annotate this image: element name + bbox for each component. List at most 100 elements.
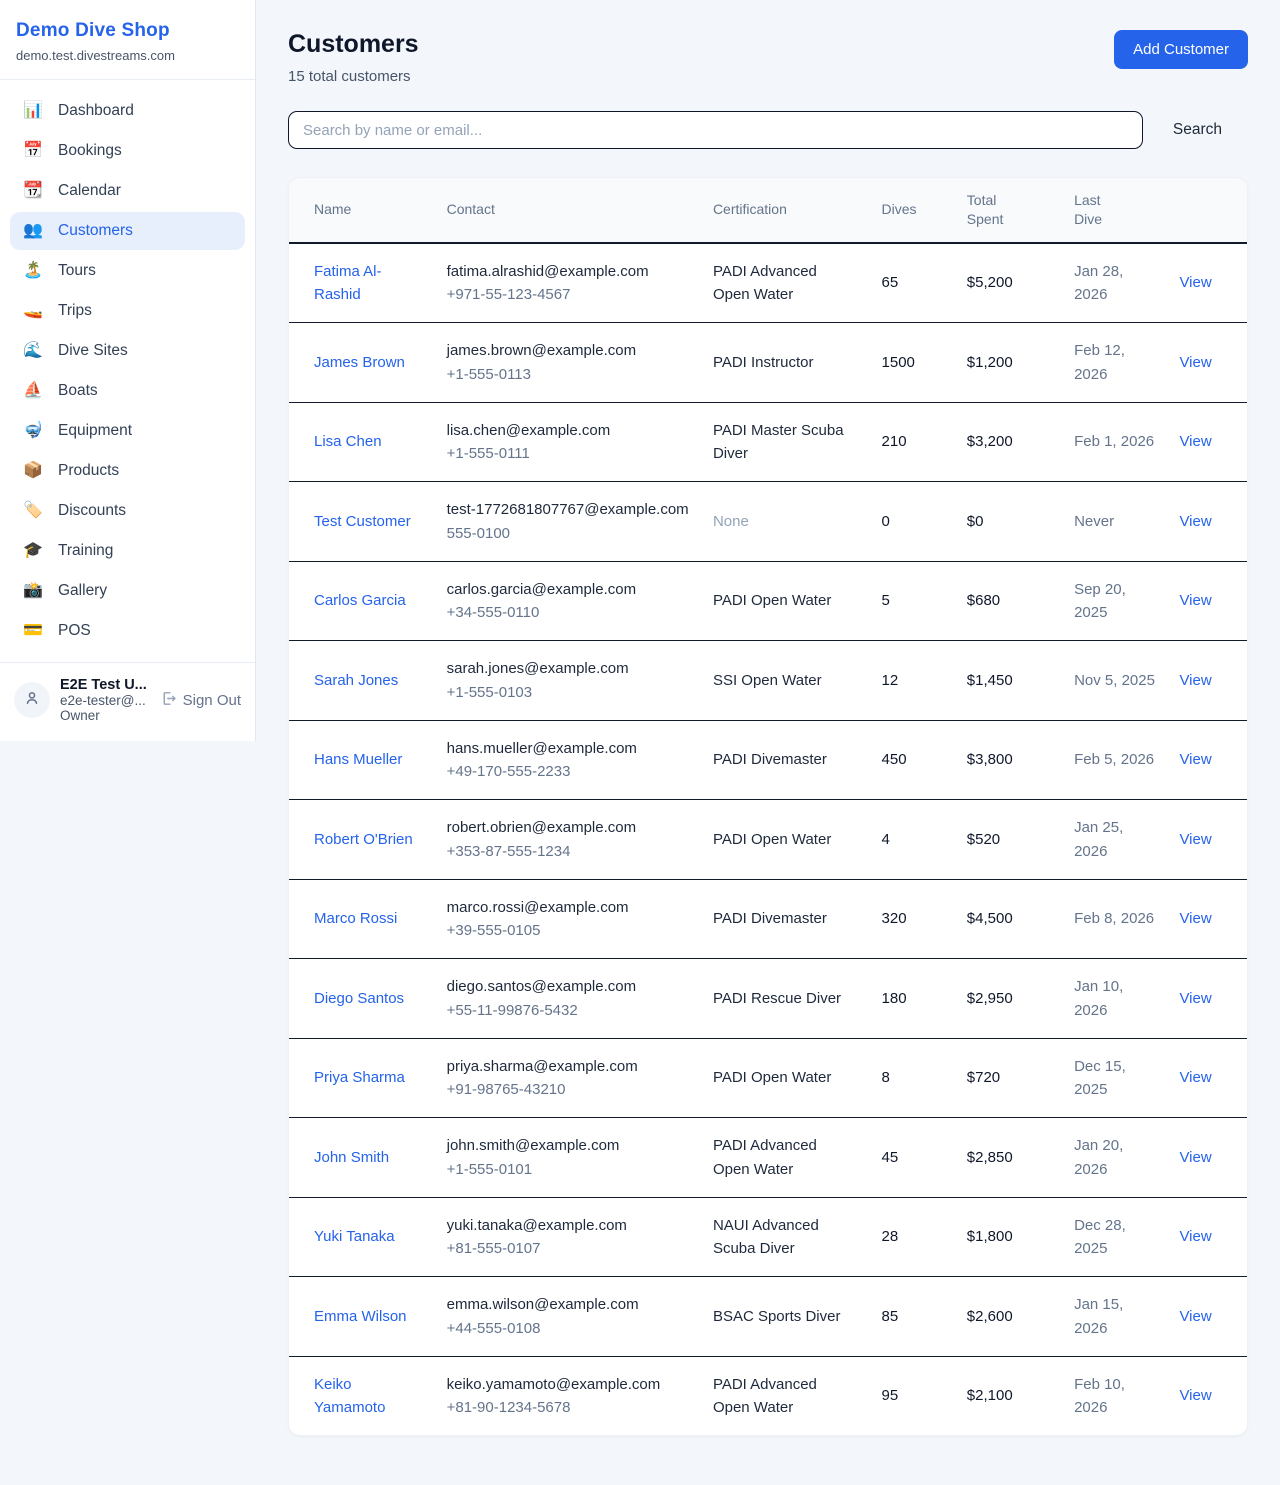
sidebar-item-label: POS xyxy=(58,622,91,640)
sidebar-item-boats[interactable]: ⛵Boats xyxy=(10,372,245,410)
sidebar-item-dashboard[interactable]: 📊Dashboard xyxy=(10,92,245,130)
last-dive-date: Feb 8, 2026 xyxy=(1062,879,1167,959)
sidebar-item-customers[interactable]: 👥Customers xyxy=(10,212,245,250)
customer-name-link[interactable]: Hans Mueller xyxy=(314,751,402,768)
sidebar-item-calendar[interactable]: 📆Calendar xyxy=(10,172,245,210)
last-dive-date: Dec 28, 2025 xyxy=(1062,1197,1167,1277)
dives-count: 5 xyxy=(870,561,955,641)
sidebar-item-label: Discounts xyxy=(58,502,126,520)
total-spent: $2,600 xyxy=(955,1276,1062,1356)
search-button[interactable]: Search xyxy=(1143,121,1248,139)
customer-name-link[interactable]: John Smith xyxy=(314,1149,389,1166)
customer-name-link[interactable]: James Brown xyxy=(314,354,405,371)
add-customer-button[interactable]: Add Customer xyxy=(1114,30,1248,69)
customer-name-link[interactable]: Lisa Chen xyxy=(314,433,382,450)
last-dive-date: Jan 28, 2026 xyxy=(1062,244,1167,323)
sidebar-item-equipment[interactable]: 🤿Equipment xyxy=(10,412,245,450)
sidebar-item-discounts[interactable]: 🏷️Discounts xyxy=(10,492,245,530)
customer-phone: +1-555-0113 xyxy=(447,363,689,386)
total-spent: $1,200 xyxy=(955,322,1062,402)
sidebar-item-label: Bookings xyxy=(58,142,122,160)
view-link[interactable]: View xyxy=(1179,274,1211,291)
customer-name-link[interactable]: Test Customer xyxy=(314,513,411,530)
customer-name-link[interactable]: Keiko Yamamoto xyxy=(314,1376,385,1416)
view-link[interactable]: View xyxy=(1179,1308,1211,1325)
user-role: Owner xyxy=(60,708,150,723)
customer-phone: 555-0100 xyxy=(447,522,689,545)
sign-out-label: Sign Out xyxy=(183,692,241,709)
view-link[interactable]: View xyxy=(1179,1069,1211,1086)
dives-count: 85 xyxy=(870,1276,955,1356)
last-dive-date: Feb 12, 2026 xyxy=(1062,322,1167,402)
view-link[interactable]: View xyxy=(1179,1149,1211,1166)
customer-name-link[interactable]: Sarah Jones xyxy=(314,672,398,689)
total-spent: $520 xyxy=(955,799,1062,879)
sidebar-item-bookings[interactable]: 📅 Bookings xyxy=(10,132,245,170)
certification-text: PADI Rescue Diver xyxy=(701,958,870,1038)
last-dive-date: Feb 5, 2026 xyxy=(1062,720,1167,800)
table-row: Marco Rossimarco.rossi@example.com+39-55… xyxy=(289,879,1247,959)
sidebar-item-training[interactable]: 🎓Training xyxy=(10,532,245,570)
sidebar-item-pos[interactable]: 💳POS xyxy=(10,612,245,650)
customer-count: 15 total customers xyxy=(288,68,419,85)
column-header-total-spent: Total Spent xyxy=(955,178,1062,244)
view-link[interactable]: View xyxy=(1179,672,1211,689)
table-row: Diego Santosdiego.santos@example.com+55-… xyxy=(289,958,1247,1038)
sidebar-item-label: Dive Sites xyxy=(58,342,128,360)
customer-phone: +353-87-555-1234 xyxy=(447,840,689,863)
island-icon: 🏝️ xyxy=(22,263,44,279)
view-link[interactable]: View xyxy=(1179,1228,1211,1245)
calendar-date-icon: 📅 xyxy=(22,143,44,159)
total-spent: $4,500 xyxy=(955,879,1062,959)
sidebar-item-trips[interactable]: 🚤Trips xyxy=(10,292,245,330)
sign-out-button[interactable]: Sign Out xyxy=(160,690,241,711)
last-dive-date: Nov 5, 2025 xyxy=(1062,640,1167,720)
search-input[interactable] xyxy=(288,111,1143,149)
page-header: Customers 15 total customers Add Custome… xyxy=(288,30,1248,85)
total-spent: $680 xyxy=(955,561,1062,641)
sidebar-item-tours[interactable]: 🏝️Tours xyxy=(10,252,245,290)
view-link[interactable]: View xyxy=(1179,1387,1211,1404)
customer-name-link[interactable]: Fatima Al-Rashid xyxy=(314,263,382,303)
last-dive-date: Jan 20, 2026 xyxy=(1062,1117,1167,1197)
dives-count: 45 xyxy=(870,1117,955,1197)
customer-email: test-1772681807767@example.com xyxy=(447,498,689,521)
view-link[interactable]: View xyxy=(1179,433,1211,450)
certification-text: None xyxy=(701,481,870,561)
column-header-last-dive: Last Dive xyxy=(1062,178,1167,244)
speedboat-icon: 🚤 xyxy=(22,303,44,319)
sidebar-item-products[interactable]: 📦Products xyxy=(10,452,245,490)
tear-calendar-icon: 📆 xyxy=(22,183,44,199)
sidebar-item-gallery[interactable]: 📸Gallery xyxy=(10,572,245,610)
view-link[interactable]: View xyxy=(1179,990,1211,1007)
customer-email: emma.wilson@example.com xyxy=(447,1293,689,1316)
view-link[interactable]: View xyxy=(1179,592,1211,609)
sign-out-icon xyxy=(160,690,177,711)
customer-name-link[interactable]: Priya Sharma xyxy=(314,1069,405,1086)
view-link[interactable]: View xyxy=(1179,831,1211,848)
customer-email: fatima.alrashid@example.com xyxy=(447,260,689,283)
view-link[interactable]: View xyxy=(1179,354,1211,371)
column-header-name: Name xyxy=(289,178,435,244)
customer-name-link[interactable]: Robert O'Brien xyxy=(314,831,413,848)
customer-table-body: Fatima Al-Rashid fatima.alrashid@example.… xyxy=(289,244,1247,1436)
customer-name-link[interactable]: Carlos Garcia xyxy=(314,592,406,609)
customer-phone: +1-555-0101 xyxy=(447,1158,689,1181)
customer-email: robert.obrien@example.com xyxy=(447,816,689,839)
view-link[interactable]: View xyxy=(1179,910,1211,927)
customer-phone: +971-55-123-4567 xyxy=(447,283,689,306)
customer-name-link[interactable]: Emma Wilson xyxy=(314,1308,407,1325)
view-link[interactable]: View xyxy=(1179,751,1211,768)
customer-name-link[interactable]: Yuki Tanaka xyxy=(314,1228,395,1245)
last-dive-date: Sep 20, 2025 xyxy=(1062,561,1167,641)
customer-name-link[interactable]: Diego Santos xyxy=(314,990,404,1007)
sidebar-item-dive-sites[interactable]: 🌊Dive Sites xyxy=(10,332,245,370)
table-row: Fatima Al-Rashid fatima.alrashid@example.… xyxy=(289,244,1247,323)
dives-count: 180 xyxy=(870,958,955,1038)
user-meta: E2E Test U... e2e-tester@... Owner xyxy=(60,677,150,723)
certification-text: PADI Master Scuba Diver xyxy=(701,402,870,482)
view-link[interactable]: View xyxy=(1179,513,1211,530)
users-icon: 👥 xyxy=(22,223,44,239)
customer-name-link[interactable]: Marco Rossi xyxy=(314,910,397,927)
dives-count: 0 xyxy=(870,481,955,561)
